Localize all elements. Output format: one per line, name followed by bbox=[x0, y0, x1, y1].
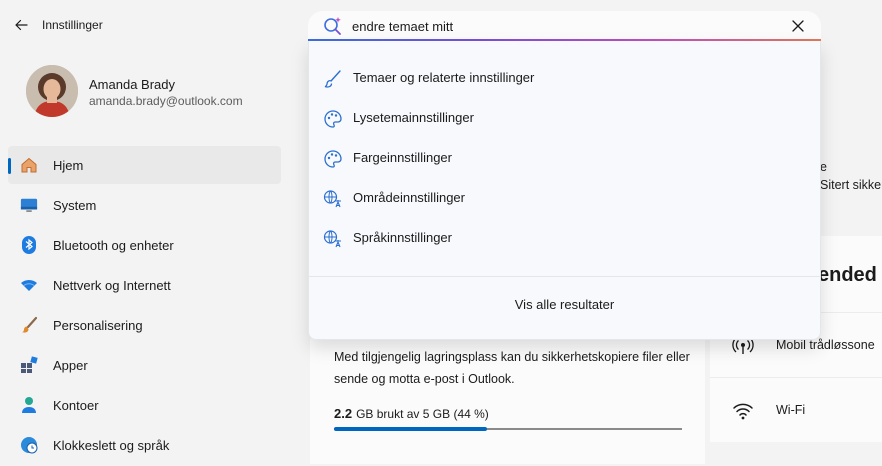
palette-icon bbox=[323, 149, 343, 169]
wifi-icon bbox=[732, 400, 754, 422]
globe-clock-icon bbox=[20, 436, 38, 454]
profile-email: amanda.brady@outlook.com bbox=[89, 94, 243, 108]
sidebar-item-label: Apper bbox=[53, 357, 88, 373]
person-icon bbox=[20, 396, 38, 414]
sidebar-item-home[interactable]: Hjem bbox=[8, 146, 281, 184]
sidebar-item-accounts[interactable]: Kontoer bbox=[8, 386, 281, 424]
sidebar-item-time-language[interactable]: Klokkeslett og språk bbox=[8, 426, 281, 464]
monitor-icon bbox=[20, 196, 38, 214]
storage-used: 2.2 GB brukt av 5 GB (44 %) bbox=[334, 406, 489, 421]
avatar bbox=[26, 65, 78, 117]
storage-progress-fill bbox=[334, 427, 487, 431]
search-result-item[interactable]: Temaer og relaterte innstillinger bbox=[309, 59, 820, 97]
home-icon bbox=[20, 156, 38, 174]
search-box[interactable]: endre temaet mitt bbox=[308, 11, 821, 41]
search-result-label: Områdeinnstillinger bbox=[353, 190, 465, 205]
search-input[interactable]: endre temaet mitt bbox=[352, 19, 453, 34]
search-result-item[interactable]: Språkinnstillinger bbox=[309, 219, 820, 257]
sidebar-item-label: System bbox=[53, 197, 97, 213]
sidebar-item-label: Nettverk og Internett bbox=[53, 277, 171, 293]
palette-icon bbox=[323, 109, 343, 129]
sidebar-item-bluetooth[interactable]: Bluetooth og enheter bbox=[8, 226, 281, 264]
storage-used-text: GB brukt av 5 GB (44 %) bbox=[356, 407, 489, 421]
sidebar-item-label: Kontoer bbox=[53, 397, 99, 413]
app-title: Innstillinger bbox=[42, 18, 103, 32]
storage-description: Med tilgjengelig lagringsplass kan du si… bbox=[334, 350, 690, 386]
storage-used-amount: 2.2 bbox=[334, 406, 353, 421]
apps-icon bbox=[20, 356, 38, 374]
search-result-item[interactable]: Fargeinnstillinger bbox=[309, 139, 820, 177]
clear-search-button[interactable] bbox=[788, 16, 808, 36]
region-language-icon bbox=[323, 189, 343, 209]
setting-row-wifi[interactable]: Wi-Fi bbox=[710, 377, 882, 442]
sidebar-item-label: Personalisering bbox=[53, 317, 143, 333]
search-result-label: Språkinnstillinger bbox=[353, 230, 452, 245]
search-result-label: Lysetemainnstillinger bbox=[353, 110, 474, 125]
search-results-dropdown: Temaer og relaterte innstillinger Lysete… bbox=[308, 41, 821, 340]
close-icon bbox=[792, 20, 804, 32]
bluetooth-icon bbox=[20, 236, 38, 254]
right-card-status: Sitert sikker bbox=[820, 178, 882, 192]
sidebar-nav: Hjem System Bluetooth og enheter Nettver… bbox=[8, 146, 281, 466]
copilot-search-icon bbox=[322, 15, 344, 37]
wifi-icon bbox=[20, 276, 38, 294]
region-language-icon bbox=[323, 229, 343, 249]
recommended-title: ended s bbox=[818, 264, 882, 286]
search-result-label: Temaer og relaterte innstillinger bbox=[353, 70, 535, 85]
sidebar-item-label: Bluetooth og enheter bbox=[53, 237, 174, 253]
see-all-results-link[interactable]: Vis alle resultater bbox=[309, 297, 820, 312]
sidebar-item-personalization[interactable]: Personalisering bbox=[8, 306, 281, 344]
sidebar-item-label: Hjem bbox=[53, 157, 84, 173]
profile-name: Amanda Brady bbox=[89, 77, 175, 92]
brush-icon bbox=[323, 69, 343, 89]
active-indicator bbox=[8, 158, 11, 174]
search-result-label: Fargeinnstillinger bbox=[353, 150, 452, 165]
sidebar-item-apps[interactable]: Apper bbox=[8, 346, 281, 384]
search-result-item[interactable]: Områdeinnstillinger bbox=[309, 179, 820, 217]
right-card-text: e bbox=[820, 160, 827, 174]
back-button[interactable] bbox=[10, 14, 32, 36]
dropdown-divider bbox=[309, 276, 820, 277]
sidebar-item-system[interactable]: System bbox=[8, 186, 281, 224]
setting-row-label: Wi-Fi bbox=[776, 403, 806, 417]
back-arrow-icon bbox=[15, 19, 28, 31]
search-result-item[interactable]: Lysetemainnstillinger bbox=[309, 99, 820, 137]
sidebar-item-label: Klokkeslett og språk bbox=[53, 437, 170, 453]
sidebar-item-network[interactable]: Nettverk og Internett bbox=[8, 266, 281, 304]
setting-row-label: Mobil trådløssone bbox=[776, 338, 875, 352]
brush-icon bbox=[20, 316, 38, 334]
